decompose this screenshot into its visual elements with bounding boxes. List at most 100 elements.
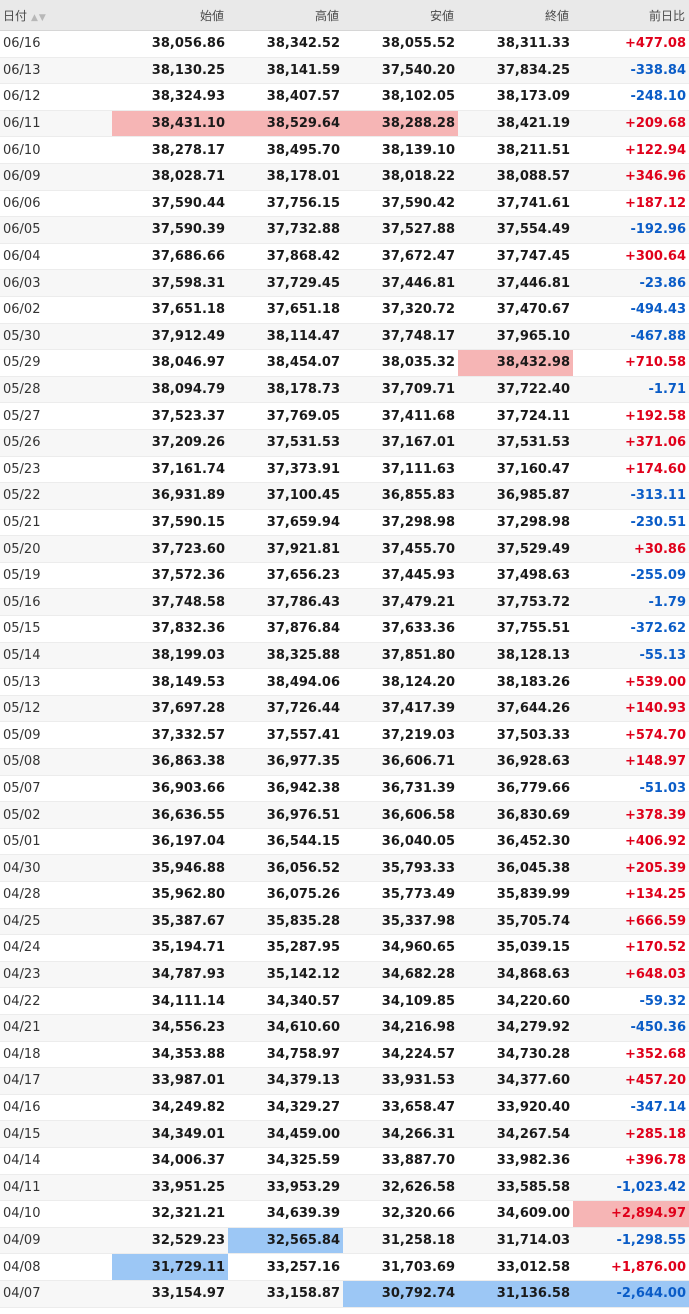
cell-low: 37,320.72 — [343, 296, 458, 324]
cell-high: 34,379.13 — [228, 1067, 343, 1095]
cell-low: 33,931.53 — [343, 1067, 458, 1095]
column-header-close[interactable]: 終値 — [458, 0, 573, 31]
cell-high: 38,494.06 — [228, 668, 343, 696]
cell-high: 38,178.73 — [228, 376, 343, 404]
table-row: 04/30 35,946.88 36,056.52 35,793.33 36,045.3… — [0, 854, 689, 882]
cell-close: 36,452.30 — [458, 828, 573, 856]
table-row: 05/20 37,723.60 37,921.81 37,455.70 37,529.4… — [0, 535, 689, 563]
column-header-date-label: 日付 — [3, 8, 28, 23]
cell-date: 05/29 — [0, 349, 112, 377]
cell-change: +346.96 — [573, 163, 689, 191]
cell-high: 37,373.91 — [228, 456, 343, 484]
cell-high: 38,407.57 — [228, 83, 343, 111]
cell-high: 36,056.52 — [228, 854, 343, 882]
cell-low: 34,224.57 — [343, 1041, 458, 1069]
cell-date: 06/06 — [0, 190, 112, 218]
cell-low: 35,793.33 — [343, 854, 458, 882]
table-row: 05/27 37,523.37 37,769.05 37,411.68 37,724.1… — [0, 402, 689, 430]
column-header-low[interactable]: 安値 — [343, 0, 458, 31]
cell-change: -372.62 — [573, 615, 689, 643]
cell-low: 38,139.10 — [343, 136, 458, 164]
cell-open: 37,697.28 — [112, 695, 228, 723]
cell-high: 37,651.18 — [228, 296, 343, 324]
cell-open: 37,161.74 — [112, 456, 228, 484]
cell-close: 37,554.49 — [458, 216, 573, 244]
cell-high: 38,325.88 — [228, 642, 343, 670]
cell-high: 37,100.45 — [228, 482, 343, 510]
cell-date: 04/17 — [0, 1067, 112, 1095]
cell-low: 37,411.68 — [343, 402, 458, 430]
cell-low: 36,731.39 — [343, 775, 458, 803]
cell-close: 38,311.33 — [458, 30, 573, 58]
cell-low: 36,606.71 — [343, 748, 458, 776]
cell-close: 37,741.61 — [458, 190, 573, 218]
cell-high: 37,786.43 — [228, 588, 343, 617]
cell-change: +148.97 — [573, 748, 689, 776]
cell-date: 05/28 — [0, 376, 112, 404]
cell-low: 34,266.31 — [343, 1120, 458, 1148]
cell-close: 34,377.60 — [458, 1067, 573, 1095]
cell-high: 33,257.16 — [228, 1253, 343, 1281]
cell-open: 37,590.15 — [112, 509, 228, 537]
cell-change: +192.58 — [573, 402, 689, 430]
cell-high: 35,287.95 — [228, 934, 343, 962]
cell-change: +378.39 — [573, 801, 689, 829]
cell-date: 05/14 — [0, 642, 112, 670]
cell-open: 37,686.66 — [112, 243, 228, 271]
cell-open: 37,332.57 — [112, 721, 228, 750]
sort-arrows-icon[interactable]: ▲▼ — [31, 13, 47, 23]
table-row: 04/28 35,962.80 36,075.26 35,773.49 35,839.9… — [0, 881, 689, 909]
cell-high: 37,876.84 — [228, 615, 343, 643]
cell-high: 37,729.45 — [228, 269, 343, 297]
cell-high: 34,340.57 — [228, 987, 343, 1015]
cell-change: +457.20 — [573, 1067, 689, 1095]
cell-open: 36,197.04 — [112, 828, 228, 856]
cell-low: 36,855.83 — [343, 482, 458, 510]
cell-close: 34,868.63 — [458, 961, 573, 989]
table-row: 06/12 38,324.93 38,407.57 38,102.05 38,173.0… — [0, 83, 689, 111]
cell-change: -494.43 — [573, 296, 689, 324]
cell-close: 33,920.40 — [458, 1094, 573, 1122]
cell-low: 38,124.20 — [343, 668, 458, 696]
cell-open: 34,349.01 — [112, 1120, 228, 1148]
cell-open: 37,523.37 — [112, 402, 228, 430]
cell-date: 05/23 — [0, 456, 112, 484]
cell-open: 38,324.93 — [112, 83, 228, 111]
table-row: 06/11 38,431.10 38,529.64 38,288.28 38,421.1… — [0, 110, 689, 138]
table-row: 06/13 38,130.25 38,141.59 37,540.20 37,834.2… — [0, 57, 689, 85]
column-header-date[interactable]: 日付 ▲▼ — [0, 0, 112, 31]
cell-change: +406.92 — [573, 828, 689, 856]
cell-high: 36,977.35 — [228, 748, 343, 776]
cell-open: 37,572.36 — [112, 562, 228, 590]
table-row: 05/02 36,636.55 36,976.51 36,606.58 36,830.6… — [0, 801, 689, 829]
cell-high: 37,769.05 — [228, 402, 343, 430]
cell-change: +1,876.00 — [573, 1253, 689, 1281]
cell-open: 37,651.18 — [112, 296, 228, 324]
cell-close: 34,279.92 — [458, 1014, 573, 1042]
cell-close: 31,136.58 — [458, 1280, 573, 1308]
cell-open: 34,353.88 — [112, 1041, 228, 1069]
cell-high: 35,142.12 — [228, 961, 343, 989]
table-row: 05/14 38,199.03 38,325.88 37,851.80 38,128.1… — [0, 642, 689, 670]
cell-high: 38,141.59 — [228, 57, 343, 85]
column-header-change[interactable]: 前日比 — [573, 0, 689, 31]
cell-date: 04/08 — [0, 1253, 112, 1281]
table-row: 04/24 35,194.71 35,287.95 34,960.65 35,039.1… — [0, 934, 689, 962]
table-row: 05/01 36,197.04 36,544.15 36,040.05 36,452.3… — [0, 828, 689, 856]
cell-high: 38,454.07 — [228, 349, 343, 377]
cell-high: 35,835.28 — [228, 908, 343, 936]
cell-high: 37,726.44 — [228, 695, 343, 723]
cell-date: 05/16 — [0, 588, 112, 617]
table-row: 06/06 37,590.44 37,756.15 37,590.42 37,741.6… — [0, 190, 689, 218]
cell-low: 37,672.47 — [343, 243, 458, 271]
table-row: 04/07 33,154.97 33,158.87 30,792.74 31,136.5… — [0, 1280, 689, 1308]
cell-low: 31,258.18 — [343, 1227, 458, 1255]
cell-close: 38,432.98 — [458, 349, 573, 377]
cell-change: -23.86 — [573, 269, 689, 297]
table-row: 05/21 37,590.15 37,659.94 37,298.98 37,298.9… — [0, 509, 689, 537]
cell-close: 34,730.28 — [458, 1041, 573, 1069]
cell-close: 37,644.26 — [458, 695, 573, 723]
column-header-open[interactable]: 始値 — [112, 0, 228, 31]
column-header-high[interactable]: 高値 — [228, 0, 343, 31]
cell-high: 36,544.15 — [228, 828, 343, 856]
